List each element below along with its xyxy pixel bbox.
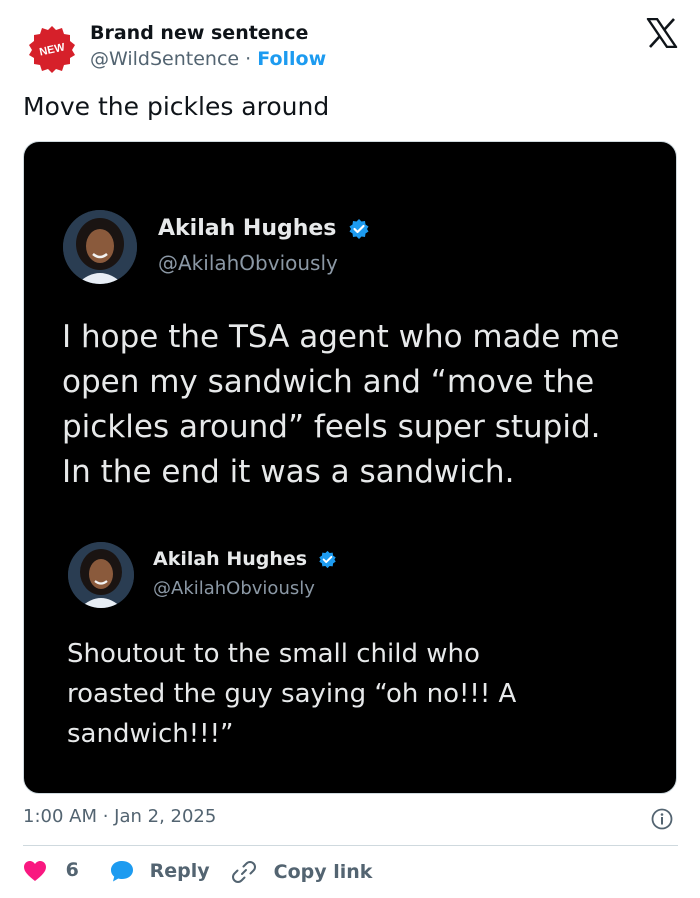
separator: · [245,48,252,70]
tweet-text: Move the pickles around [23,92,330,121]
verified-icon [349,219,369,239]
copy-link-button[interactable]: Copy link [231,859,372,885]
embedded-author-handle: @AkilahObviously [158,251,338,275]
copy-link-label: Copy link [273,860,373,883]
verified-icon [318,550,336,569]
action-bar: 6 Reply Copy link [23,852,683,892]
embedded-line: I hope the TSA agent who made me [62,319,620,355]
embedded-tweet-body: Shoutout to the small child who roasted … [67,634,516,754]
x-logo-icon[interactable] [646,18,678,48]
reply-bubble-icon [111,861,133,882]
heart-icon [24,860,46,881]
embedded-line: Shoutout to the small child who [67,639,480,669]
embedded-line: sandwich!!!” [67,719,234,749]
author-handle-line: @WildSentence · Follow [90,48,326,70]
reply-button[interactable]: Reply [109,859,210,883]
reply-label: Reply [149,859,210,882]
embedded-author-handle: @AkilahObviously [153,578,315,599]
embedded-line: roasted the guy saying “oh no!!! A [67,679,517,709]
embedded-line: pickles around” feels super stupid. [62,409,601,445]
like-count: 6 [65,859,79,881]
tweet-timestamp[interactable]: 1:00 AM · Jan 2, 2025 [23,806,216,827]
link-icon [232,861,256,883]
embedded-line: open my sandwich and “move the [62,364,595,400]
tweet-header: NEW Brand new sentence @WildSentence · F… [0,0,700,90]
embedded-line: In the end it was a sandwich. [62,454,515,490]
embedded-tweet-body: I hope the TSA agent who made me open my… [62,315,620,495]
like-button[interactable]: 6 [23,859,79,882]
embedded-avatar [68,542,134,608]
embedded-author-name: Akilah Hughes [153,548,337,570]
author-name[interactable]: Brand new sentence [90,22,308,44]
embedded-author-name: Akilah Hughes [158,216,370,241]
new-badge-icon[interactable]: NEW [27,24,77,74]
divider [23,845,678,846]
tweet-media-image[interactable]: Akilah Hughes @AkilahObviously I hope th… [23,141,677,794]
follow-link[interactable]: Follow [257,48,326,70]
embedded-avatar [63,210,137,284]
author-handle[interactable]: @WildSentence [90,48,239,70]
info-icon[interactable] [651,808,673,830]
